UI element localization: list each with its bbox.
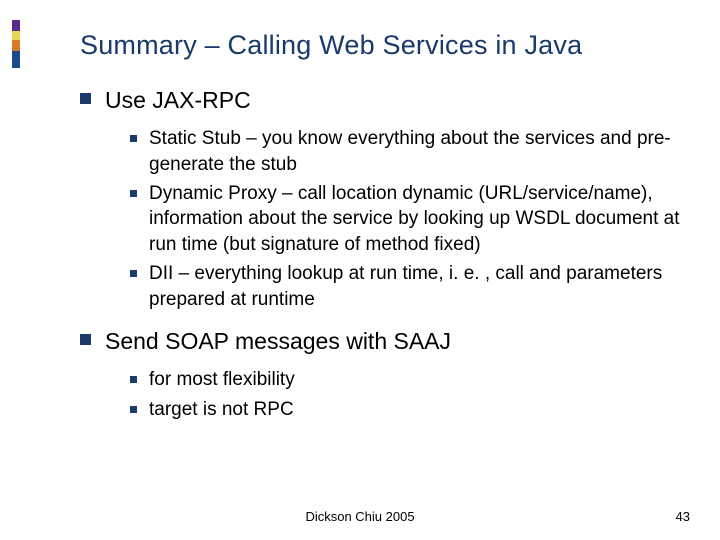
list-item-label: target is not RPC	[149, 397, 294, 422]
list-item: Send SOAP messages with SAAJ	[80, 326, 680, 357]
square-bullet-icon	[80, 93, 91, 104]
square-bullet-icon	[130, 270, 137, 277]
list-item: Use JAX-RPC	[80, 85, 680, 116]
accent-bar	[12, 20, 20, 68]
list-item-label: Static Stub – you know everything about …	[149, 126, 680, 177]
page-number: 43	[676, 509, 690, 524]
square-bullet-icon	[80, 334, 91, 345]
list-item-label: Dynamic Proxy – call location dynamic (U…	[149, 181, 680, 257]
slide-title: Summary – Calling Web Services in Java	[80, 30, 680, 61]
square-bullet-icon	[130, 406, 137, 413]
list-item: for most flexibility	[130, 367, 680, 392]
footer-author: Dickson Chiu 2005	[0, 509, 720, 524]
square-bullet-icon	[130, 135, 137, 142]
sub-list: Static Stub – you know everything about …	[130, 126, 680, 312]
list-item: target is not RPC	[130, 397, 680, 422]
list-item-label: DII – everything lookup at run time, i. …	[149, 261, 680, 312]
list-item: Dynamic Proxy – call location dynamic (U…	[130, 181, 680, 257]
list-item-label: Send SOAP messages with SAAJ	[105, 326, 451, 357]
slide: Summary – Calling Web Services in Java U…	[0, 0, 720, 540]
square-bullet-icon	[130, 376, 137, 383]
sub-list: for most flexibility target is not RPC	[130, 367, 680, 422]
list-item: DII – everything lookup at run time, i. …	[130, 261, 680, 312]
list-item-label: Use JAX-RPC	[105, 85, 251, 116]
slide-body: Use JAX-RPC Static Stub – you know every…	[80, 85, 680, 422]
list-item-label: for most flexibility	[149, 367, 295, 392]
square-bullet-icon	[130, 190, 137, 197]
list-item: Static Stub – you know everything about …	[130, 126, 680, 177]
